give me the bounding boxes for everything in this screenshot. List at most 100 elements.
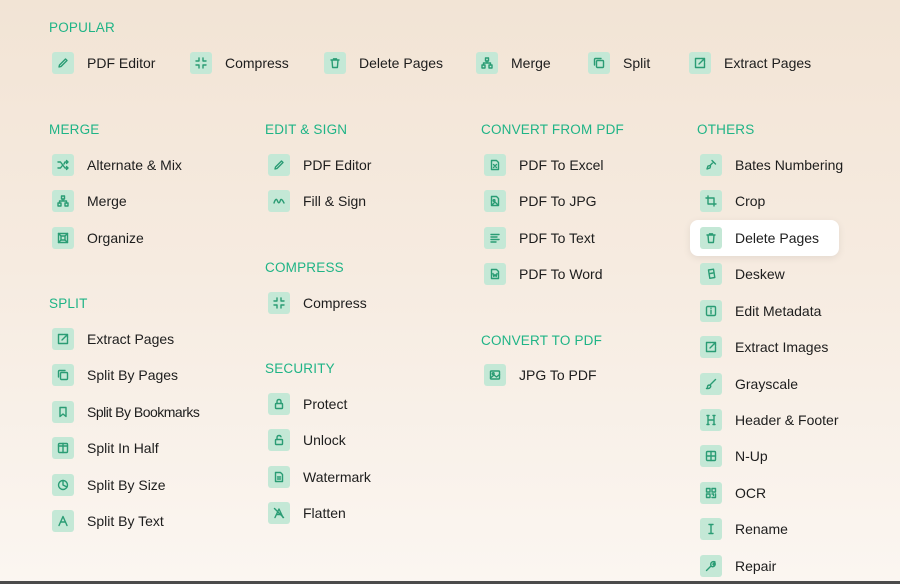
item-label: PDF Editor <box>87 55 156 71</box>
trash-icon <box>700 227 722 249</box>
compress-icon <box>268 292 290 314</box>
item-label: Crop <box>735 193 766 209</box>
compress-item-compress[interactable]: Compress <box>268 285 367 321</box>
item-label: Header & Footer <box>735 412 839 428</box>
section-title-split: SPLIT <box>49 296 88 311</box>
item-label: Repair <box>735 558 777 574</box>
others-item-n-up[interactable]: N-Up <box>700 438 768 474</box>
stamp-icon <box>700 154 722 176</box>
signature-icon <box>268 190 290 212</box>
item-label: Delete Pages <box>735 230 820 246</box>
cursor-text-icon <box>700 518 722 540</box>
edit-sign-item-pdf-editor[interactable]: PDF Editor <box>268 147 371 183</box>
brush-icon <box>700 373 722 395</box>
item-label: Split In Half <box>87 440 159 456</box>
item-label: Unlock <box>303 432 346 448</box>
header-icon <box>700 409 722 431</box>
item-label: Split By Text <box>87 513 164 529</box>
item-label: Organize <box>87 230 144 246</box>
merge-item-alternate-mix[interactable]: Alternate & Mix <box>52 147 182 183</box>
others-item-grayscale[interactable]: Grayscale <box>700 366 798 402</box>
shuffle-icon <box>52 154 74 176</box>
item-label: PDF To Word <box>519 266 603 282</box>
security-item-unlock[interactable]: Unlock <box>268 422 346 458</box>
item-label: Extract Pages <box>87 331 175 347</box>
others-item-rename[interactable]: Rename <box>700 511 788 547</box>
others-item-edit-metadata[interactable]: Edit Metadata <box>700 293 821 329</box>
popular-item-merge[interactable]: Merge <box>476 45 551 81</box>
excel-icon <box>484 154 506 176</box>
item-label: PDF To JPG <box>519 193 597 209</box>
item-label: PDF To Text <box>519 230 595 246</box>
item-label: Fill & Sign <box>303 193 367 209</box>
security-item-flatten[interactable]: Flatten <box>268 495 346 531</box>
item-label: JPG To PDF <box>519 367 597 383</box>
pencil-icon <box>268 154 290 176</box>
item-label: Compress <box>225 55 289 71</box>
popular-item-pdf-editor[interactable]: PDF Editor <box>52 45 155 81</box>
section-title-merge: MERGE <box>49 122 100 137</box>
deskew-icon <box>700 263 722 285</box>
item-label: Flatten <box>303 505 346 521</box>
split-item-split-by-pages[interactable]: Split By Pages <box>52 357 178 393</box>
split-item-split-by-bookmarks[interactable]: Split By Bookmarks <box>52 394 200 430</box>
grid-icon <box>700 445 722 467</box>
section-title-security: SECURITY <box>265 361 335 376</box>
trash-icon <box>324 52 346 74</box>
popular-item-extract-pages[interactable]: Extract Pages <box>689 45 811 81</box>
section-title-compress: COMPRESS <box>265 260 344 275</box>
others-item-delete-pages[interactable]: Delete Pages <box>690 220 840 256</box>
item-label: Merge <box>511 55 551 71</box>
others-item-crop[interactable]: Crop <box>700 183 765 219</box>
size-icon <box>52 474 74 496</box>
split-item-extract-pages[interactable]: Extract Pages <box>52 321 174 357</box>
popular-item-compress[interactable]: Compress <box>190 45 289 81</box>
item-label: Extract Images <box>735 339 829 355</box>
convert-from-item-pdf-to-word[interactable]: PDF To Word <box>484 256 603 292</box>
others-item-ocr[interactable]: OCR <box>700 475 766 511</box>
bookmark-icon <box>52 401 74 423</box>
split-item-split-in-half[interactable]: Split In Half <box>52 430 159 466</box>
others-item-header-footer[interactable]: Header & Footer <box>700 402 839 438</box>
organize-icon <box>52 227 74 249</box>
lock-icon <box>268 393 290 415</box>
item-label: Rename <box>735 521 788 537</box>
convert-from-item-pdf-to-jpg[interactable]: PDF To JPG <box>484 183 597 219</box>
merge-item-organize[interactable]: Organize <box>52 220 144 256</box>
item-label: PDF To Excel <box>519 157 604 173</box>
jpg-icon <box>484 190 506 212</box>
merge-item-merge[interactable]: Merge <box>52 183 127 219</box>
split-item-split-by-size[interactable]: Split By Size <box>52 467 166 503</box>
security-item-watermark[interactable]: Watermark <box>268 459 371 495</box>
convert-from-item-pdf-to-excel[interactable]: PDF To Excel <box>484 147 604 183</box>
half-icon <box>52 437 74 459</box>
others-item-extract-images[interactable]: Extract Images <box>700 329 828 365</box>
others-item-bates-numbering[interactable]: Bates Numbering <box>700 147 843 183</box>
text-lines-icon <box>484 227 506 249</box>
split-item-split-by-text[interactable]: Split By Text <box>52 503 164 539</box>
others-item-deskew[interactable]: Deskew <box>700 256 785 292</box>
text-a-icon <box>52 510 74 532</box>
item-label: Split By Pages <box>87 367 179 383</box>
item-label: Watermark <box>303 469 371 485</box>
pencil-icon <box>52 52 74 74</box>
wrench-icon <box>700 555 722 577</box>
flatten-icon <box>268 502 290 524</box>
merge-icon <box>52 190 74 212</box>
convert-to-item-jpg-to-pdf[interactable]: JPG To PDF <box>484 357 597 393</box>
extract-icon <box>700 336 722 358</box>
popular-item-split[interactable]: Split <box>588 45 650 81</box>
convert-from-item-pdf-to-text[interactable]: PDF To Text <box>484 220 595 256</box>
extract-icon <box>52 328 74 350</box>
others-item-repair[interactable]: Repair <box>700 548 776 584</box>
security-item-protect[interactable]: Protect <box>268 386 347 422</box>
item-label: Split By Size <box>87 477 166 493</box>
image-icon <box>484 364 506 386</box>
crop-icon <box>700 190 722 212</box>
item-label: Merge <box>87 193 127 209</box>
split-icon <box>588 52 610 74</box>
popular-item-delete-pages[interactable]: Delete Pages <box>324 45 443 81</box>
edit-sign-item-fill-sign[interactable]: Fill & Sign <box>268 183 366 219</box>
info-icon <box>700 300 722 322</box>
section-title-convert-to-pdf: CONVERT TO PDF <box>481 333 603 348</box>
